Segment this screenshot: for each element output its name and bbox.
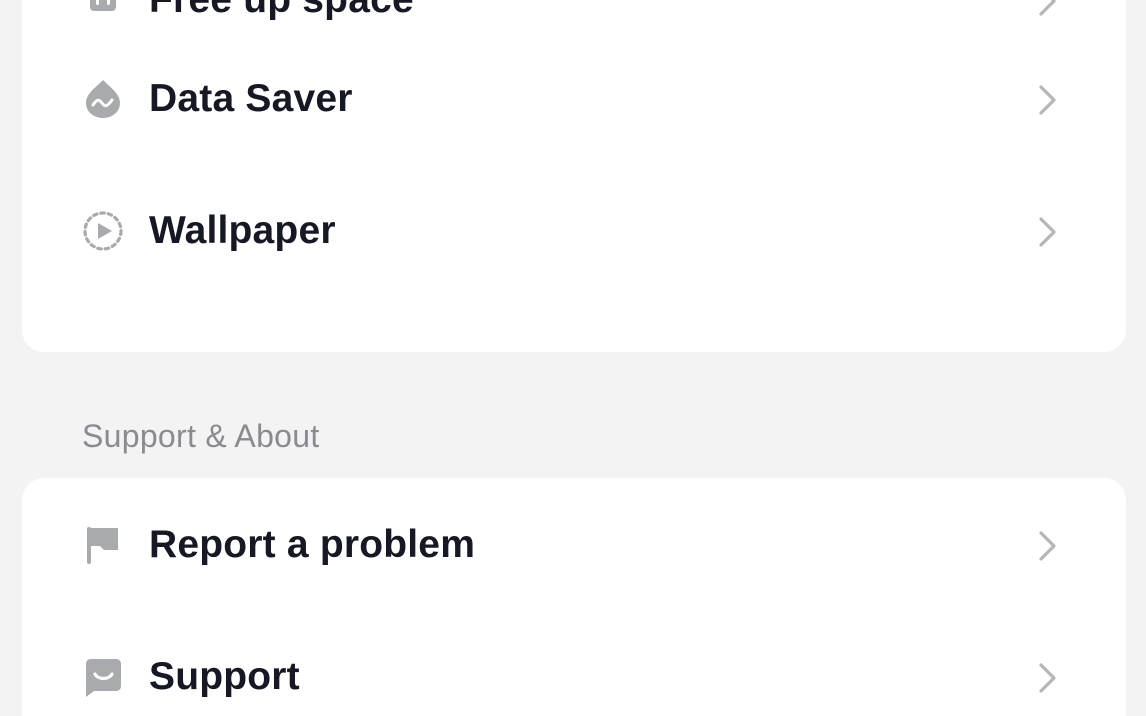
settings-item-label: Wallpaper [149, 209, 336, 252]
settings-item-data-saver[interactable]: Data Saver [22, 32, 1126, 164]
settings-card-support: Report a problem Support [22, 478, 1126, 716]
settings-card-cache: Free up space Data Saver [22, 0, 1126, 352]
settings-item-label: Report a problem [149, 523, 476, 566]
chat-bubble-icon [82, 656, 124, 698]
settings-item-label: Free up space [149, 0, 414, 23]
data-saver-icon [82, 78, 124, 120]
settings-item-support[interactable]: Support [22, 610, 1126, 716]
flag-icon [82, 524, 124, 566]
chevron-right-icon [1036, 0, 1060, 18]
settings-item-label: Support [149, 655, 300, 698]
chevron-right-icon [1036, 529, 1060, 563]
chevron-right-icon [1036, 83, 1060, 117]
section-title-support-about: Support & About [82, 418, 320, 454]
chevron-right-icon [1036, 661, 1060, 695]
settings-screen: Free up space Data Saver [0, 0, 1146, 716]
settings-item-label: Data Saver [149, 77, 353, 120]
settings-item-wallpaper[interactable]: Wallpaper [22, 164, 1126, 296]
wallpaper-icon [82, 210, 124, 252]
trash-icon [82, 0, 124, 21]
settings-item-report-problem[interactable]: Report a problem [22, 478, 1126, 610]
chevron-right-icon [1036, 215, 1060, 249]
